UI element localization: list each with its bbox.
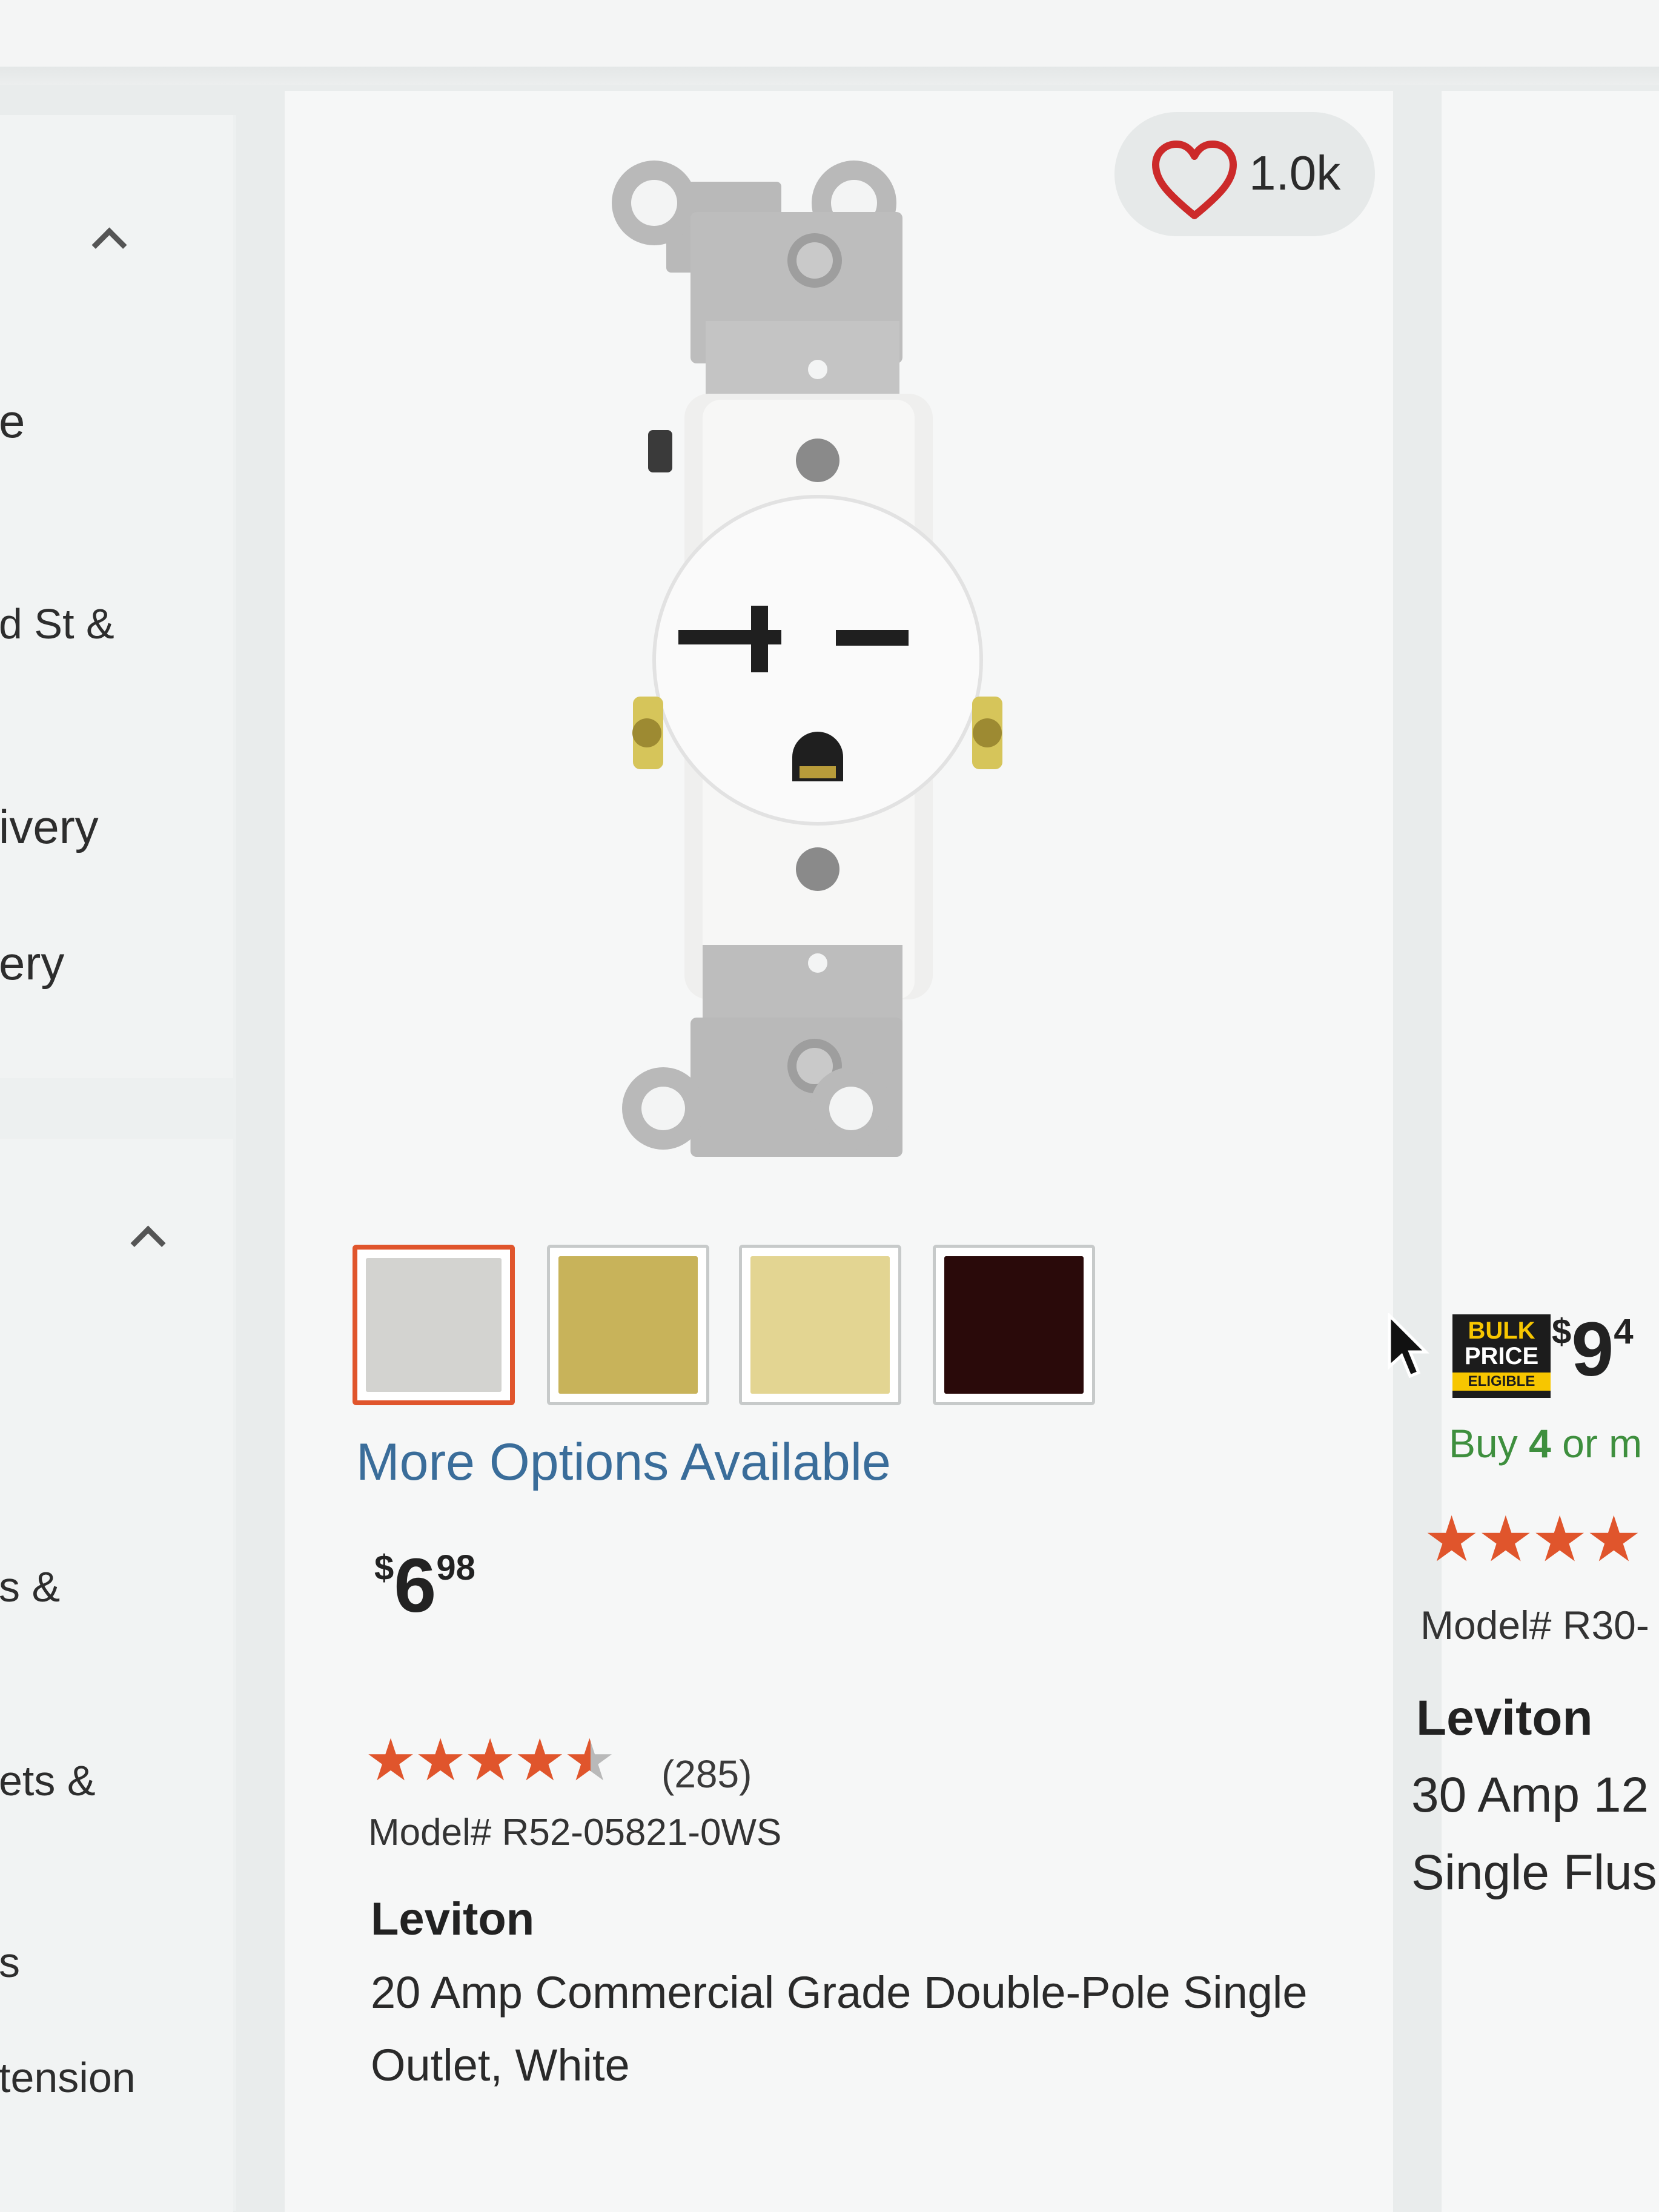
rating-count[interactable]: (285): [661, 1752, 752, 1796]
price-dollars: 9: [1571, 1306, 1614, 1392]
price-dollars: 6: [394, 1543, 437, 1628]
filter-option[interactable]: d St &: [0, 600, 114, 648]
product-title[interactable]: 30 Amp 12 Single Flus: [1411, 1757, 1657, 1912]
bulk-prefix: Buy: [1449, 1421, 1529, 1466]
product-price: $698: [374, 1541, 475, 1629]
badge-line: PRICE: [1464, 1343, 1539, 1369]
badge-line: BULK: [1468, 1317, 1535, 1344]
bulk-qty: 4: [1529, 1421, 1551, 1466]
rating-stars[interactable]: ★★★★★: [365, 1726, 615, 1794]
rating-stars[interactable]: ★★★★: [1423, 1502, 1642, 1576]
top-strip: [0, 0, 1659, 73]
filter-option[interactable]: tension: [0, 2053, 136, 2102]
bulk-suffix: or m: [1551, 1421, 1643, 1466]
filter-option[interactable]: s &: [0, 1563, 60, 1611]
color-swatch-white[interactable]: [353, 1245, 515, 1405]
badge-line: ELIGIBLE: [1452, 1373, 1551, 1391]
swatch-color: [944, 1256, 1084, 1394]
price-cents: 4: [1614, 1312, 1634, 1351]
heart-icon[interactable]: [1150, 138, 1239, 223]
price-currency: $: [1552, 1312, 1572, 1351]
model-number: Model# R52-05821-0WS: [368, 1812, 782, 1853]
price-currency: $: [374, 1548, 394, 1588]
title-line: Single Flus: [1411, 1845, 1657, 1900]
swatch-color: [366, 1258, 502, 1392]
mouse-cursor-icon: [1388, 1313, 1429, 1379]
filter-option[interactable]: ivery: [0, 800, 99, 855]
top-strip-edge: [0, 67, 1659, 85]
color-swatch-brass[interactable]: [547, 1245, 709, 1405]
bulk-price-badge: BULK PRICE ELIGIBLE: [1452, 1314, 1551, 1398]
next-product-price: $94: [1552, 1305, 1634, 1393]
filter-option[interactable]: ery: [0, 936, 64, 991]
price-cents: 98: [436, 1548, 475, 1588]
product-brand: Leviton: [371, 1893, 535, 1945]
model-number: Model# R30-: [1420, 1603, 1649, 1647]
more-options-link[interactable]: More Options Available: [356, 1432, 891, 1492]
filter-option[interactable]: s: [0, 1938, 20, 1987]
swatch-color: [750, 1256, 890, 1394]
filter-panel-1: [0, 115, 233, 1078]
bulk-offer-text: Buy 4 or m: [1449, 1420, 1642, 1466]
swatch-color: [558, 1256, 698, 1394]
collapse-chevron-up-icon[interactable]: [90, 219, 126, 256]
product-brand: Leviton: [1416, 1690, 1593, 1746]
favorite-count: 1.0k: [1249, 146, 1341, 200]
filter-option[interactable]: e: [0, 394, 25, 449]
product-title[interactable]: 20 Amp Commercial Grade Double-Pole Sing…: [371, 1956, 1316, 2102]
filter-panel-2: [0, 1139, 233, 2212]
filter-option[interactable]: ets &: [0, 1757, 96, 1805]
collapse-chevron-up-icon[interactable]: [128, 1217, 165, 1254]
title-line: 30 Amp 12: [1411, 1767, 1649, 1823]
color-swatch-brown[interactable]: [933, 1245, 1095, 1405]
product-image[interactable]: [600, 139, 1024, 1199]
color-swatch-ivory[interactable]: [739, 1245, 901, 1405]
